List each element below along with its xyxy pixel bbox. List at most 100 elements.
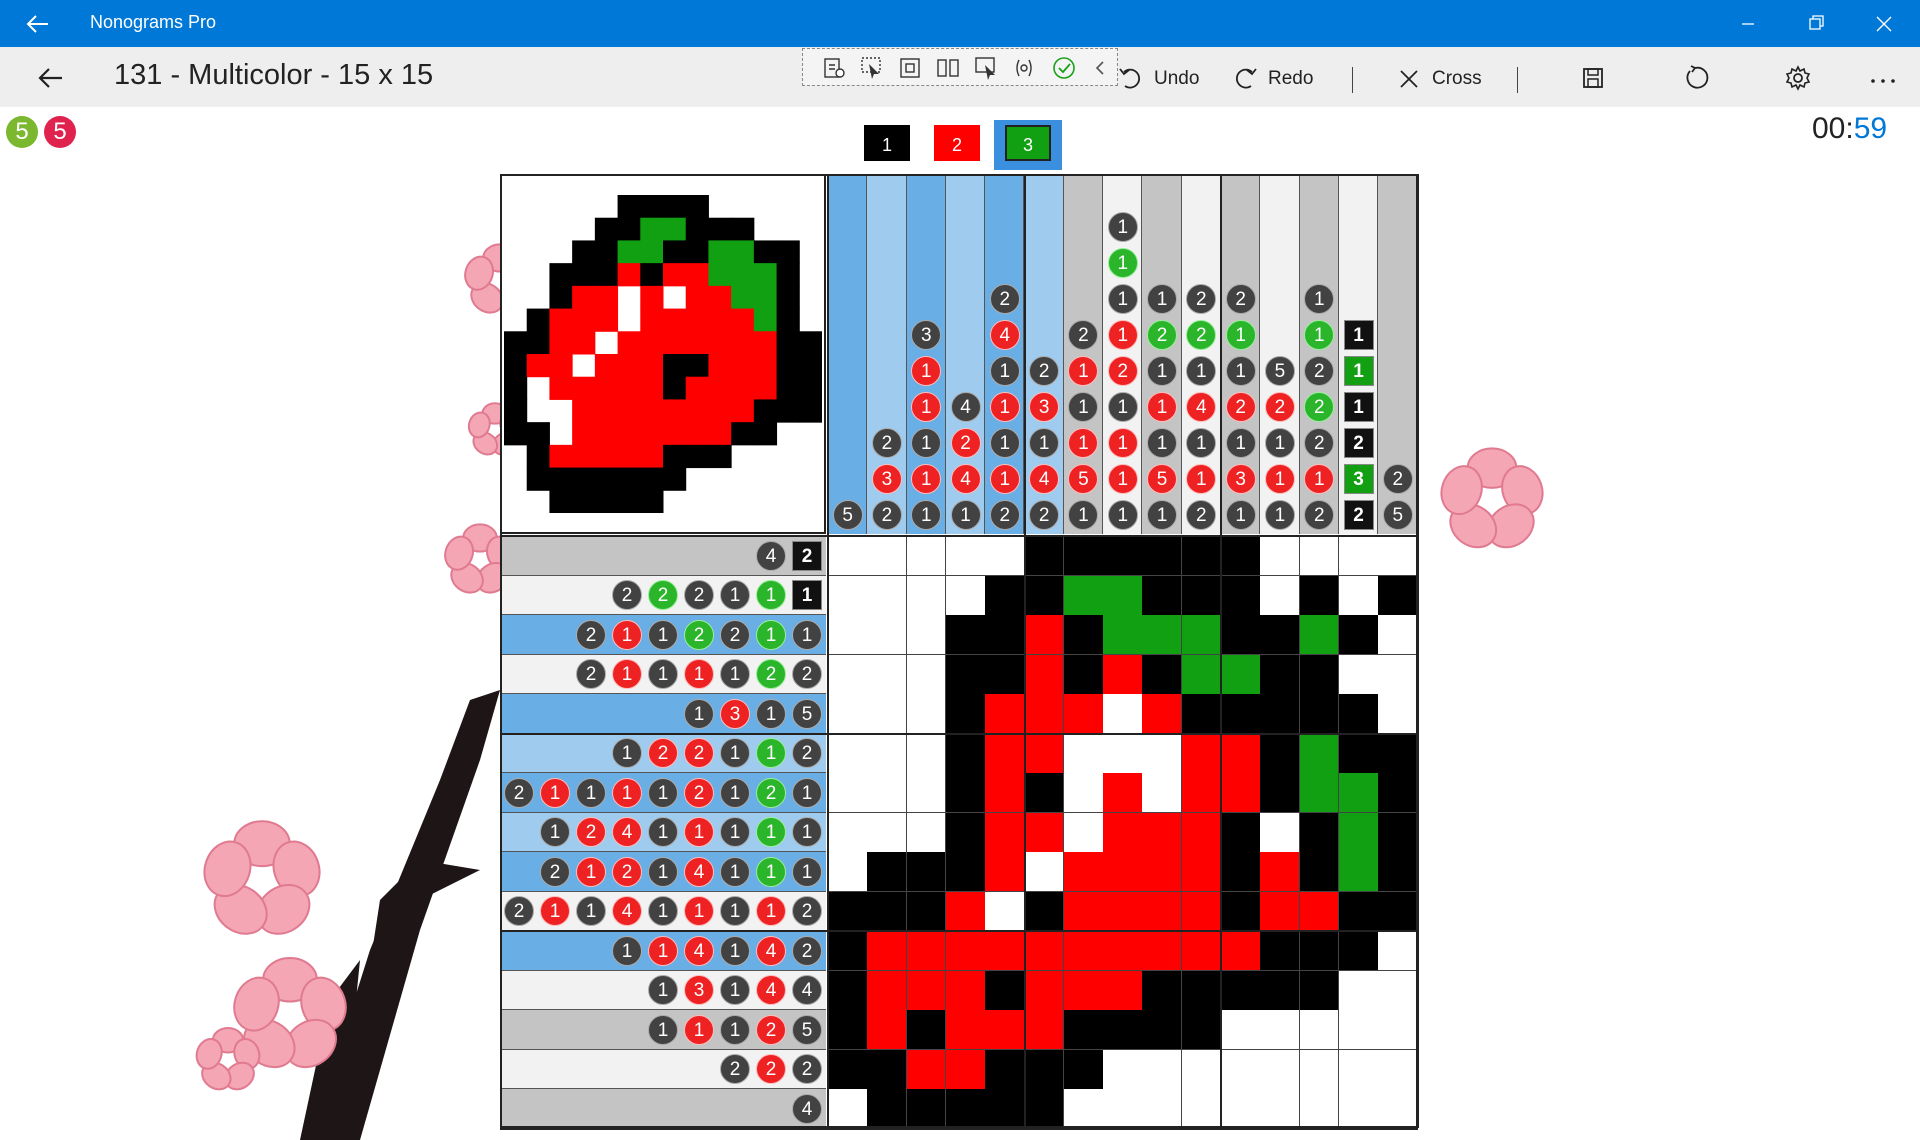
grid-cell[interactable] <box>828 1010 868 1050</box>
collapse-chevron-icon[interactable] <box>1087 55 1113 81</box>
grid-cell[interactable] <box>1378 852 1418 892</box>
grid-cell[interactable] <box>1338 1010 1379 1050</box>
display-layout-adorners-icon[interactable] <box>897 55 923 81</box>
palette-color-1[interactable]: 1 <box>864 125 910 161</box>
grid-cell[interactable] <box>1142 733 1183 774</box>
grid-cell[interactable] <box>1103 891 1143 932</box>
grid-cell[interactable] <box>1260 852 1301 892</box>
grid-cell[interactable] <box>1181 1089 1222 1129</box>
grid-cell[interactable] <box>906 654 947 695</box>
grid-cell[interactable] <box>1181 891 1222 932</box>
grid-cell[interactable] <box>1024 773 1065 813</box>
palette-color-2[interactable]: 2 <box>934 125 980 161</box>
grid-cell[interactable] <box>906 931 947 971</box>
grid-cell[interactable] <box>1378 536 1418 576</box>
grid-cell[interactable] <box>1338 1049 1379 1090</box>
grid-cell[interactable] <box>1142 970 1183 1011</box>
grid-cell[interactable] <box>906 694 947 734</box>
grid-cell[interactable] <box>1181 1010 1222 1050</box>
grid-cell[interactable] <box>906 575 947 616</box>
grid-cell[interactable] <box>1299 1089 1340 1129</box>
grid-cell[interactable] <box>867 694 908 734</box>
grid-cell[interactable] <box>1378 812 1418 853</box>
palette-color-3[interactable]: 3 <box>1005 125 1051 161</box>
grid-cell[interactable] <box>1063 575 1104 616</box>
grid-cell[interactable] <box>1221 694 1261 734</box>
grid-cell[interactable] <box>945 970 986 1011</box>
grid-cell[interactable] <box>985 891 1025 932</box>
grid-cell[interactable] <box>1024 654 1065 695</box>
grid-cell[interactable] <box>1181 575 1222 616</box>
grid-cell[interactable] <box>1338 536 1379 576</box>
grid-cell[interactable] <box>828 694 868 734</box>
grid-cell[interactable] <box>828 1089 868 1129</box>
grid-cell[interactable] <box>985 931 1025 971</box>
grid-cell[interactable] <box>867 773 908 813</box>
grid-cell[interactable] <box>906 773 947 813</box>
grid-cell[interactable] <box>1338 694 1379 734</box>
grid-cell[interactable] <box>828 773 868 813</box>
binding-failures-icon[interactable] <box>1011 55 1037 81</box>
grid-cell[interactable] <box>1221 615 1261 655</box>
grid-cell[interactable] <box>1142 536 1183 576</box>
grid-cell[interactable] <box>1338 733 1379 774</box>
grid-cell[interactable] <box>1378 575 1418 616</box>
grid-cell[interactable] <box>1024 931 1065 971</box>
grid-cell[interactable] <box>906 1089 947 1129</box>
grid-cell[interactable] <box>1299 654 1340 695</box>
grid-cell[interactable] <box>1378 1049 1418 1090</box>
grid-cell[interactable] <box>945 931 986 971</box>
grid-cell[interactable] <box>1299 733 1340 774</box>
grid-cell[interactable] <box>867 1049 908 1090</box>
grid-cell[interactable] <box>1103 733 1143 774</box>
grid-cell[interactable] <box>1221 891 1261 932</box>
grid-cell[interactable] <box>985 654 1025 695</box>
grid-cell[interactable] <box>1142 773 1183 813</box>
grid-cell[interactable] <box>1378 773 1418 813</box>
grid-cell[interactable] <box>1260 615 1301 655</box>
grid-cell[interactable] <box>1378 1089 1418 1129</box>
grid-cell[interactable] <box>1260 575 1301 616</box>
grid-cell[interactable] <box>1338 852 1379 892</box>
grid-cell[interactable] <box>1103 1089 1143 1129</box>
grid-cell[interactable] <box>985 733 1025 774</box>
grid-cell[interactable] <box>1378 891 1418 932</box>
grid-cell[interactable] <box>1338 654 1379 695</box>
grid-cell[interactable] <box>1299 575 1340 616</box>
grid-cell[interactable] <box>1299 852 1340 892</box>
grid-cell[interactable] <box>867 1010 908 1050</box>
grid-cell[interactable] <box>945 536 986 576</box>
grid-cell[interactable] <box>1142 615 1183 655</box>
grid-cell[interactable] <box>867 852 908 892</box>
grid-cell[interactable] <box>1063 733 1104 774</box>
grid-cell[interactable] <box>1221 970 1261 1011</box>
grid-cell[interactable] <box>1024 1010 1065 1050</box>
grid-cell[interactable] <box>1103 575 1143 616</box>
grid-cell[interactable] <box>985 536 1025 576</box>
grid-cell[interactable] <box>1063 1089 1104 1129</box>
grid-cell[interactable] <box>945 1049 986 1090</box>
grid-cell[interactable] <box>1338 575 1379 616</box>
grid-cell[interactable] <box>828 615 868 655</box>
grid-cell[interactable] <box>828 575 868 616</box>
grid-cell[interactable] <box>1063 615 1104 655</box>
grid-cell[interactable] <box>867 931 908 971</box>
grid-cell[interactable] <box>1221 733 1261 774</box>
grid-cell[interactable] <box>1378 694 1418 734</box>
grid-cell[interactable] <box>1063 1049 1104 1090</box>
grid-cell[interactable] <box>867 1089 908 1129</box>
back-arrow-icon[interactable] <box>34 62 66 94</box>
grid-cell[interactable] <box>1338 891 1379 932</box>
grid-cell[interactable] <box>1063 694 1104 734</box>
grid-cell[interactable] <box>1299 536 1340 576</box>
grid-cell[interactable] <box>1024 891 1065 932</box>
grid-cell[interactable] <box>1260 733 1301 774</box>
grid-cell[interactable] <box>1221 1010 1261 1050</box>
grid-cell[interactable] <box>906 733 947 774</box>
grid-cell[interactable] <box>906 970 947 1011</box>
grid-cell[interactable] <box>1260 931 1301 971</box>
grid-cell[interactable] <box>1063 812 1104 853</box>
grid-cell[interactable] <box>1103 1010 1143 1050</box>
grid-cell[interactable] <box>1142 654 1183 695</box>
grid-cell[interactable] <box>1103 536 1143 576</box>
